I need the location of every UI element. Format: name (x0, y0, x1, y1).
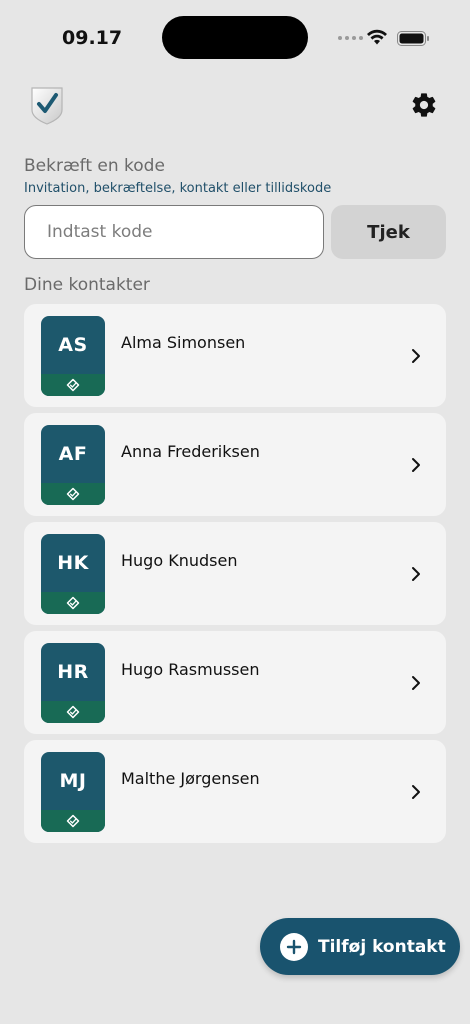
contact-list: AS Alma Simonsen AF Anna Frederiksen HK (24, 304, 446, 849)
contact-name: Malthe Jørgensen (121, 769, 260, 788)
avatar-initials: HK (57, 552, 89, 574)
verify-code-title: Bekræft en kode (24, 156, 165, 176)
contact-card[interactable]: AF Anna Frederiksen (24, 413, 446, 516)
avatar-initials: HR (57, 661, 89, 683)
gear-icon (412, 93, 436, 117)
wifi-icon (367, 29, 387, 45)
contact-card[interactable]: HK Hugo Knudsen (24, 522, 446, 625)
chevron-right-icon (412, 676, 420, 690)
avatar-initials: AS (58, 334, 88, 356)
cellular-signal-icon (338, 36, 363, 40)
handshake-icon (41, 810, 105, 832)
avatar: AF (41, 425, 105, 505)
avatar: HK (41, 534, 105, 614)
add-contact-label: Tilføj kontakt (318, 936, 446, 957)
contact-card[interactable]: AS Alma Simonsen (24, 304, 446, 407)
chevron-right-icon (412, 458, 420, 472)
contact-card[interactable]: MJ Malthe Jørgensen (24, 740, 446, 843)
add-contact-button[interactable]: Tilføj kontakt (260, 918, 460, 975)
shield-check-icon (31, 87, 63, 125)
contact-name: Anna Frederiksen (121, 442, 260, 461)
handshake-icon (41, 701, 105, 723)
contact-name: Hugo Knudsen (121, 551, 238, 570)
dynamic-island (162, 16, 308, 59)
status-bar: 09.17 (0, 0, 470, 76)
app-screen: 09.17 Bekræft en kode Invitation, bekræf… (0, 0, 470, 1024)
avatar: AS (41, 316, 105, 396)
contact-name: Hugo Rasmussen (121, 660, 260, 679)
code-input[interactable] (24, 205, 324, 259)
chevron-right-icon (412, 349, 420, 363)
chevron-right-icon (412, 785, 420, 799)
avatar-initials: AF (58, 443, 88, 465)
contacts-heading: Dine kontakter (24, 275, 150, 295)
verify-code-subtitle: Invitation, bekræftelse, kontakt eller t… (24, 181, 332, 196)
check-button[interactable]: Tjek (331, 205, 446, 259)
battery-icon (397, 31, 429, 46)
avatar-initials: MJ (59, 770, 87, 792)
contact-name: Alma Simonsen (121, 333, 246, 352)
settings-button[interactable] (409, 91, 439, 121)
chevron-right-icon (412, 567, 420, 581)
status-time: 09.17 (62, 27, 123, 49)
plus-icon (280, 932, 308, 961)
handshake-icon (41, 592, 105, 614)
handshake-icon (41, 483, 105, 505)
avatar: MJ (41, 752, 105, 832)
handshake-icon (41, 374, 105, 396)
contact-card[interactable]: HR Hugo Rasmussen (24, 631, 446, 734)
avatar: HR (41, 643, 105, 723)
